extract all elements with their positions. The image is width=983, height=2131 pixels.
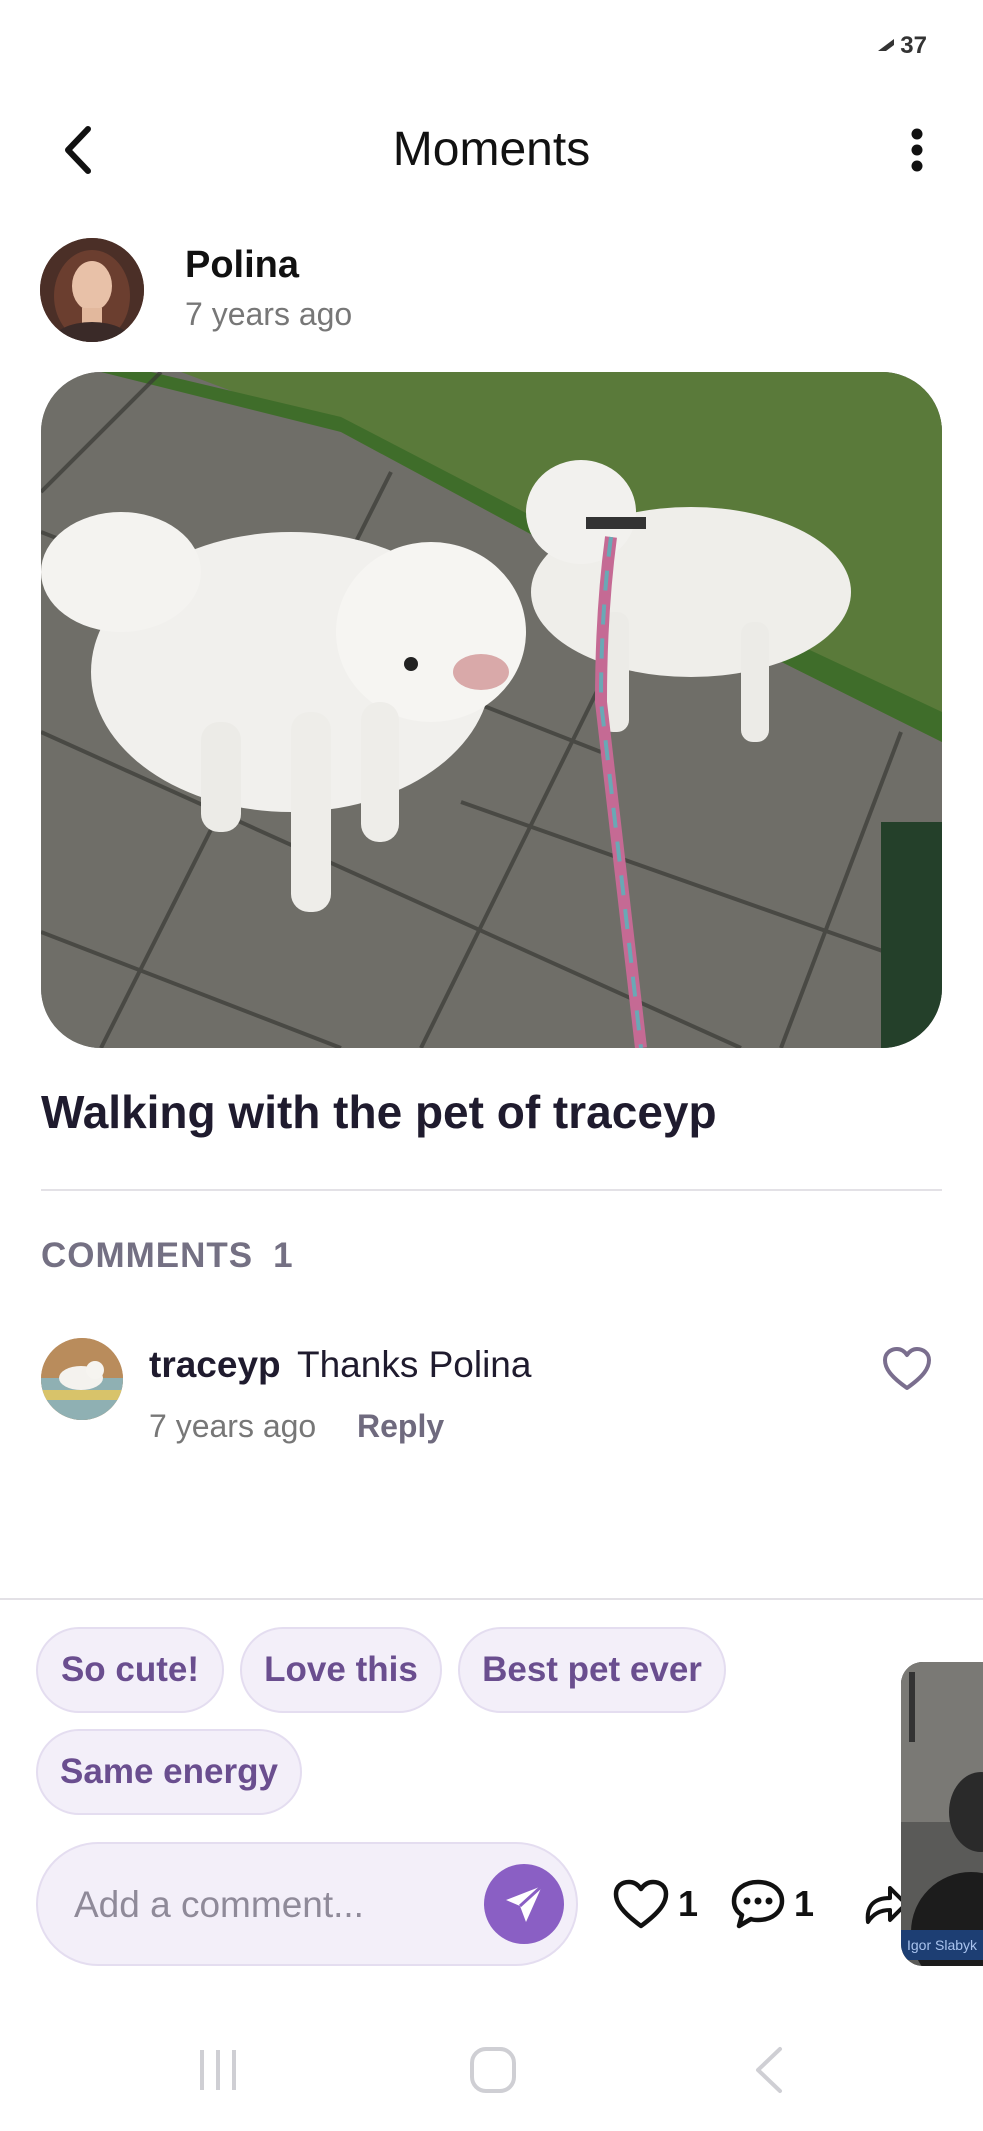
back-nav-icon <box>756 2047 782 2093</box>
comment-input[interactable] <box>74 1878 474 1932</box>
author-avatar[interactable] <box>40 238 144 342</box>
comments-header: COMMENTS 1 <box>41 1236 314 1276</box>
heart-icon <box>613 1879 669 1929</box>
signal-icon <box>878 39 895 51</box>
recent-apps-icon <box>200 2050 236 2090</box>
app-bar: Moments <box>0 100 983 200</box>
post-timestamp: 7 years ago <box>185 296 353 332</box>
comment-composer <box>36 1842 578 1966</box>
post-photo[interactable] <box>41 372 942 1048</box>
send-icon <box>506 1884 544 1922</box>
post-caption: Walking with the pet of traceyp <box>41 1086 717 1138</box>
comment-count: 1 <box>794 1883 815 1924</box>
video-call-overlay[interactable]: Igor Slabyk <box>901 1662 983 1966</box>
recent-apps-button[interactable] <box>188 2040 248 2100</box>
comment-action[interactable]: 1 <box>730 1878 814 1930</box>
more-vertical-icon <box>911 128 923 172</box>
quick-reply-chip[interactable]: Best pet ever <box>458 1627 726 1713</box>
comment-timestamp: 7 years ago <box>149 1408 317 1444</box>
reply-button[interactable]: Reply <box>357 1408 444 1445</box>
more-options-button[interactable] <box>887 120 947 180</box>
home-button[interactable] <box>463 2040 523 2100</box>
comment-like-button[interactable] <box>882 1346 932 1392</box>
comment-item: traceyp Thanks Polina 7 years ago Reply <box>41 1338 942 1458</box>
back-nav-button[interactable] <box>740 2040 800 2100</box>
comment-text: Thanks Polina <box>297 1344 532 1385</box>
comment-bubble-icon <box>731 1879 785 1929</box>
divider <box>41 1189 942 1191</box>
quick-reply-chip[interactable]: Same energy <box>36 1729 302 1815</box>
comments-label: COMMENTS <box>41 1236 254 1275</box>
like-count: 1 <box>678 1883 699 1924</box>
author-name[interactable]: Polina <box>185 244 299 287</box>
commenter-name[interactable]: traceyp <box>149 1344 281 1386</box>
like-action[interactable]: 1 <box>612 1878 698 1930</box>
status-indicator: 37 <box>876 32 927 60</box>
send-button[interactable] <box>484 1864 564 1944</box>
heart-outline-icon <box>883 1347 931 1390</box>
post-author: Polina 7 years ago <box>40 238 940 342</box>
commenter-avatar[interactable] <box>41 1338 123 1420</box>
quick-reply-chip[interactable]: So cute! <box>36 1627 224 1713</box>
composer-divider <box>0 1598 983 1600</box>
comments-count: 1 <box>273 1236 294 1275</box>
signal-text: 37 <box>900 32 927 59</box>
system-nav-bar <box>0 2030 983 2110</box>
quick-reply-chip[interactable]: Love this <box>240 1627 442 1713</box>
status-bar: 37 <box>0 0 983 90</box>
page-title: Moments <box>392 123 591 176</box>
video-participant-name: Igor Slabyk <box>901 1930 983 1960</box>
home-icon <box>470 2047 516 2093</box>
